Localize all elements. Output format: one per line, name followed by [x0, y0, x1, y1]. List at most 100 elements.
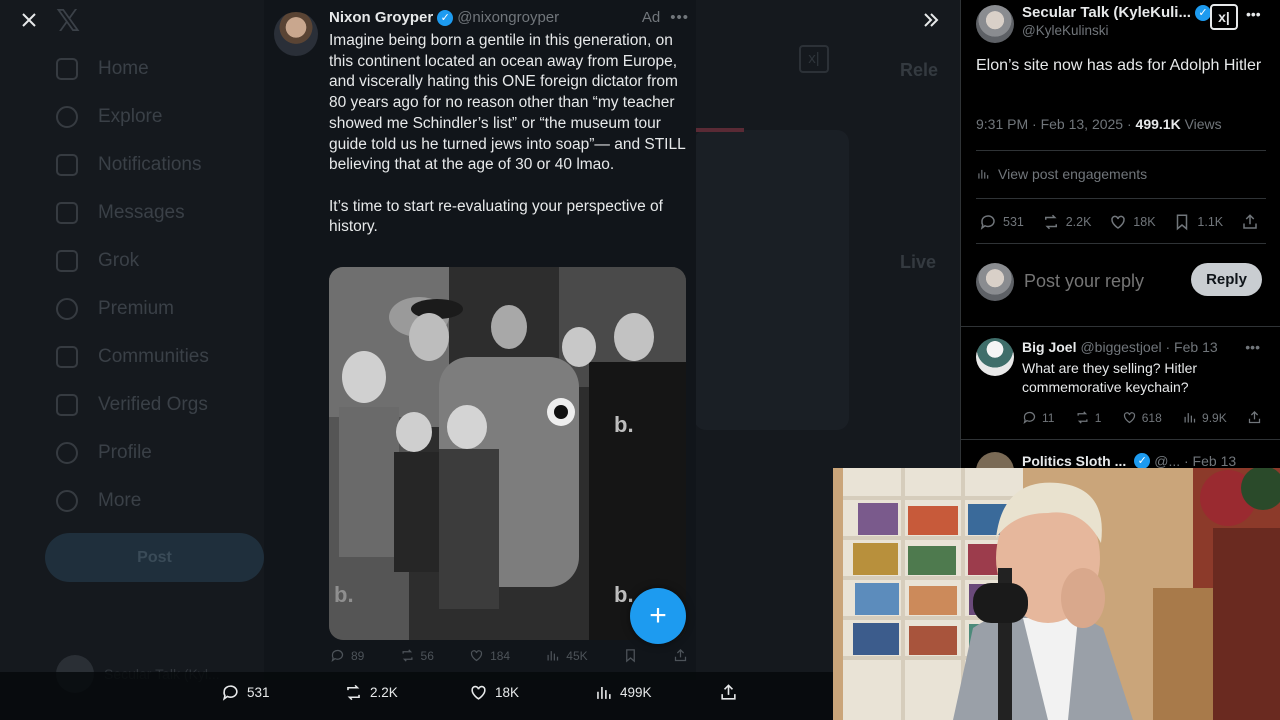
ad-post-paragraph-2: It’s time to start re-evaluating your pe… [329, 197, 663, 236]
lightning-icon [56, 394, 78, 416]
ad-post-body: Imagine being born a gentile in this gen… [329, 31, 689, 259]
bg-post-button: Post [45, 533, 264, 582]
reply-input[interactable] [1024, 266, 1184, 296]
webcam-video-overlay [833, 468, 1280, 720]
ad-repost-button[interactable]: 56 [400, 648, 434, 663]
tweet-views-label: Views [1184, 116, 1222, 132]
reply-header: Big Joel @biggestjoel · Feb 13 ••• [1022, 339, 1260, 355]
bookmark-button[interactable]: 1.1K [1173, 213, 1223, 231]
tweet-view-count: 499.1K [1135, 116, 1181, 132]
reply-header: Politics Sloth ... ✓ @... · Feb 13 [1022, 453, 1237, 469]
ad-post-paragraph-1: Imagine being born a gentile in this gen… [329, 32, 686, 174]
bell-icon [56, 154, 78, 176]
reply-icon [1023, 411, 1036, 425]
communities-icon [56, 346, 78, 368]
view-engagements-link[interactable]: View post engagements [976, 166, 1147, 182]
repost-button[interactable]: 1 [1075, 410, 1101, 425]
ad-like-button[interactable]: 184 [469, 648, 510, 663]
views-icon [1184, 413, 1196, 423]
svg-text:b.: b. [614, 412, 634, 437]
home-icon [56, 58, 78, 80]
ad-post-actions: 89 56 184 45K [330, 648, 688, 663]
ad-views-button[interactable]: 45K [545, 648, 588, 663]
share-icon [1243, 214, 1257, 229]
ad-post-header: Nixon Groyper ✓ @nixongroyper Ad ••• [329, 9, 689, 26]
tweet-timestamp[interactable]: 9:31 PM · Feb 13, 2025 · [976, 116, 1132, 132]
reply-button[interactable]: 11 [1022, 410, 1054, 425]
more-options-icon[interactable]: ••• [1246, 6, 1261, 22]
streamer-webcam-image [833, 468, 1280, 720]
profile-icon [56, 442, 78, 464]
avatar[interactable] [976, 338, 1014, 376]
share-icon [721, 684, 736, 700]
tweet-author-name[interactable]: Secular Talk (KyleKuli... [1022, 4, 1191, 21]
tweet-actions: 531 2.2K 18K 1.1K [979, 213, 1259, 231]
bottom-share-button[interactable] [719, 683, 738, 702]
bg-nav-premium: Premium [56, 298, 174, 320]
bg-nav-home: Home [56, 58, 149, 80]
close-button[interactable] [14, 5, 44, 35]
compose-post-button[interactable]: + [630, 588, 686, 644]
heart-icon [1111, 215, 1126, 229]
premium-icon [56, 298, 78, 320]
ad-post-handle[interactable]: @nixongroyper [457, 9, 559, 26]
avatar[interactable] [976, 5, 1014, 43]
views-button[interactable]: 9.9K [1182, 410, 1227, 425]
bottom-views-button[interactable]: 499K [594, 683, 652, 702]
plus-icon: + [649, 599, 667, 632]
grok-icon [56, 250, 78, 272]
divider [961, 326, 1280, 327]
like-button[interactable]: 618 [1122, 410, 1162, 425]
bottom-reply-button[interactable]: 531 [221, 683, 270, 702]
share-button[interactable] [1247, 410, 1262, 425]
ad-bookmark-button[interactable] [623, 648, 638, 663]
tweet-text: Elon’s site now has ads for Adolph Hitle… [976, 57, 1262, 74]
ad-label: Ad [641, 9, 661, 26]
bottom-repost-button[interactable]: 2.2K [344, 683, 398, 702]
divider [976, 150, 1266, 151]
ad-post-photo[interactable]: b. b. b. [329, 267, 686, 640]
divider [976, 198, 1266, 199]
bottom-like-button[interactable]: 18K [469, 683, 519, 702]
avatar [976, 263, 1014, 301]
reply-submit-button[interactable]: Reply [1191, 263, 1262, 296]
media-viewer-action-bar [0, 672, 834, 720]
verified-badge-icon: ✓ [1134, 453, 1151, 469]
repost-button[interactable]: 2.2K [1042, 213, 1091, 231]
reply-icon [331, 649, 344, 663]
x-logo-icon: 𝕏 [56, 5, 81, 38]
tweet-meta: 9:31 PM · Feb 13, 2025 · 499.1K Views [976, 116, 1222, 132]
share-icon [674, 648, 687, 662]
x-affiliate-badge-icon[interactable]: x| [1210, 4, 1238, 30]
like-button[interactable]: 18K [1109, 213, 1156, 231]
share-button[interactable] [1241, 213, 1259, 231]
more-options-icon[interactable]: ••• [670, 9, 689, 26]
bg-ghost-card [694, 130, 849, 430]
tweet-author-handle[interactable]: @KyleKulinski [1022, 23, 1108, 38]
more-options-icon[interactable]: ••• [1245, 339, 1260, 355]
background-sidebar: 𝕏 Home Explore Notifications Messages Gr… [0, 0, 270, 720]
bookmark-icon [1177, 214, 1188, 231]
reply-text: What are they selling? Hitler commemorat… [1022, 360, 1198, 395]
more-circle-icon [56, 490, 78, 512]
divider [961, 439, 1280, 440]
ad-post-avatar[interactable] [274, 12, 318, 56]
repost-icon [1077, 411, 1088, 424]
verified-badge-icon: ✓ [437, 9, 454, 26]
heart-icon [471, 685, 486, 700]
bg-nav-explore: Explore [56, 106, 162, 128]
divider [976, 243, 1266, 244]
chevron-double-right-icon [924, 13, 939, 27]
repost-icon [1044, 214, 1057, 230]
bg-nav-notifications: Notifications [56, 154, 202, 176]
svg-text:b.: b. [334, 582, 354, 607]
heart-icon [470, 650, 483, 662]
repost-icon [402, 649, 413, 662]
ad-post-author-name[interactable]: Nixon Groyper [329, 9, 433, 26]
expand-panel-button[interactable] [916, 5, 946, 35]
ad-reply-button[interactable]: 89 [330, 648, 364, 663]
ad-share-button[interactable] [673, 648, 688, 663]
bg-nav-more: More [56, 490, 141, 512]
reply-button[interactable]: 531 [979, 213, 1024, 231]
reply-icon [222, 685, 238, 701]
